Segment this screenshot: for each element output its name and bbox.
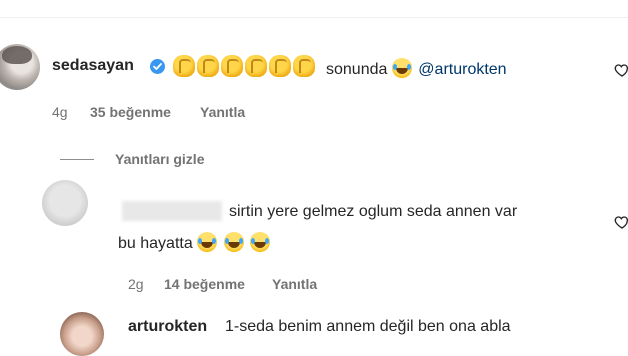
comment-reply-button[interactable]: Yanıtla [200, 104, 245, 120]
comment-likes[interactable]: 35 beğenme [90, 104, 171, 120]
avatar-sedasayan[interactable] [0, 44, 40, 90]
clap-emoji-row [173, 55, 315, 77]
hide-replies-button[interactable]: Yanıtları gizle [115, 151, 204, 167]
clap-emoji-icon [293, 55, 315, 77]
verified-icon [150, 59, 165, 74]
comment-username[interactable]: sedasayan [52, 57, 134, 75]
comment-mention-link[interactable]: @arturokten [418, 61, 506, 78]
reply-text-line1: sirtin yere gelmez oglum seda annen var [229, 203, 518, 220]
replies-divider [60, 159, 94, 160]
comment-text-wrapper: sonunda @arturokten [326, 58, 507, 79]
reply-time[interactable]: 2g [128, 276, 144, 292]
top-divider [0, 17, 628, 18]
comment-text: sonunda [326, 61, 388, 78]
reply-text-line2-wrapper: bu hayatta [118, 232, 272, 253]
reply-reply-button[interactable]: Yanıtla [272, 276, 317, 292]
clap-emoji-icon [197, 55, 219, 77]
clap-emoji-icon [221, 55, 243, 77]
reply-text-line2: bu hayatta [118, 235, 193, 252]
reply2-username[interactable]: arturokten [128, 318, 207, 336]
laugh-emoji-icon [223, 232, 244, 252]
avatar-arturokten[interactable] [60, 312, 104, 356]
avatar-reply-user[interactable] [42, 180, 88, 226]
comment-time[interactable]: 4g [52, 104, 68, 120]
heart-icon[interactable] [614, 62, 628, 83]
reply2-text: 1-seda benim annem değil ben ona abla [225, 318, 511, 335]
clap-emoji-icon [173, 55, 195, 77]
reply-likes[interactable]: 14 beğenme [164, 276, 245, 292]
laugh-emoji-icon [250, 232, 271, 252]
clap-emoji-icon [245, 55, 267, 77]
clap-emoji-icon [269, 55, 291, 77]
redacted-username [122, 201, 222, 221]
heart-icon[interactable] [614, 214, 628, 235]
laugh-emoji-icon [391, 58, 412, 78]
laugh-emoji-icon [197, 232, 218, 252]
